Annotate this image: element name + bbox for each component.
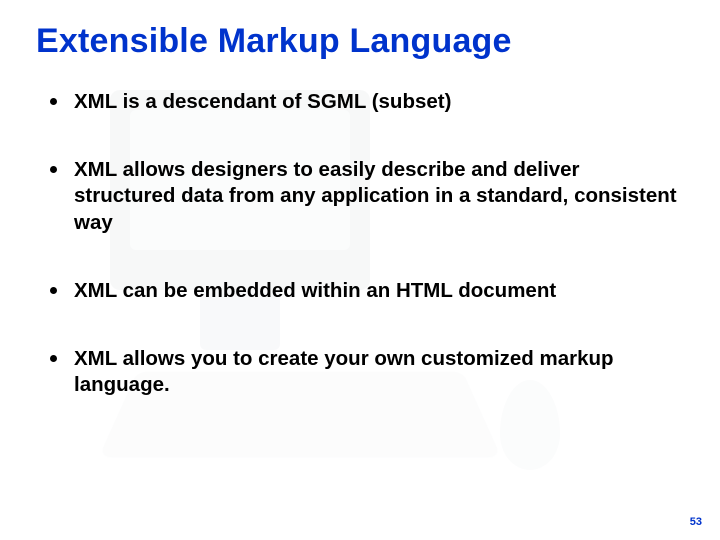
slide-content: Extensible Markup Language XML is a desc… — [0, 0, 720, 399]
page-number: 53 — [690, 516, 702, 528]
bullet-item: XML is a descendant of SGML (subset) — [48, 89, 684, 115]
bullet-list: XML is a descendant of SGML (subset) XML… — [36, 89, 684, 399]
slide-title: Extensible Markup Language — [36, 22, 684, 61]
bullet-item: XML can be embedded within an HTML docum… — [48, 278, 684, 304]
bullet-item: XML allows designers to easily describe … — [48, 157, 684, 236]
bullet-item: XML allows you to create your own custom… — [48, 346, 684, 398]
